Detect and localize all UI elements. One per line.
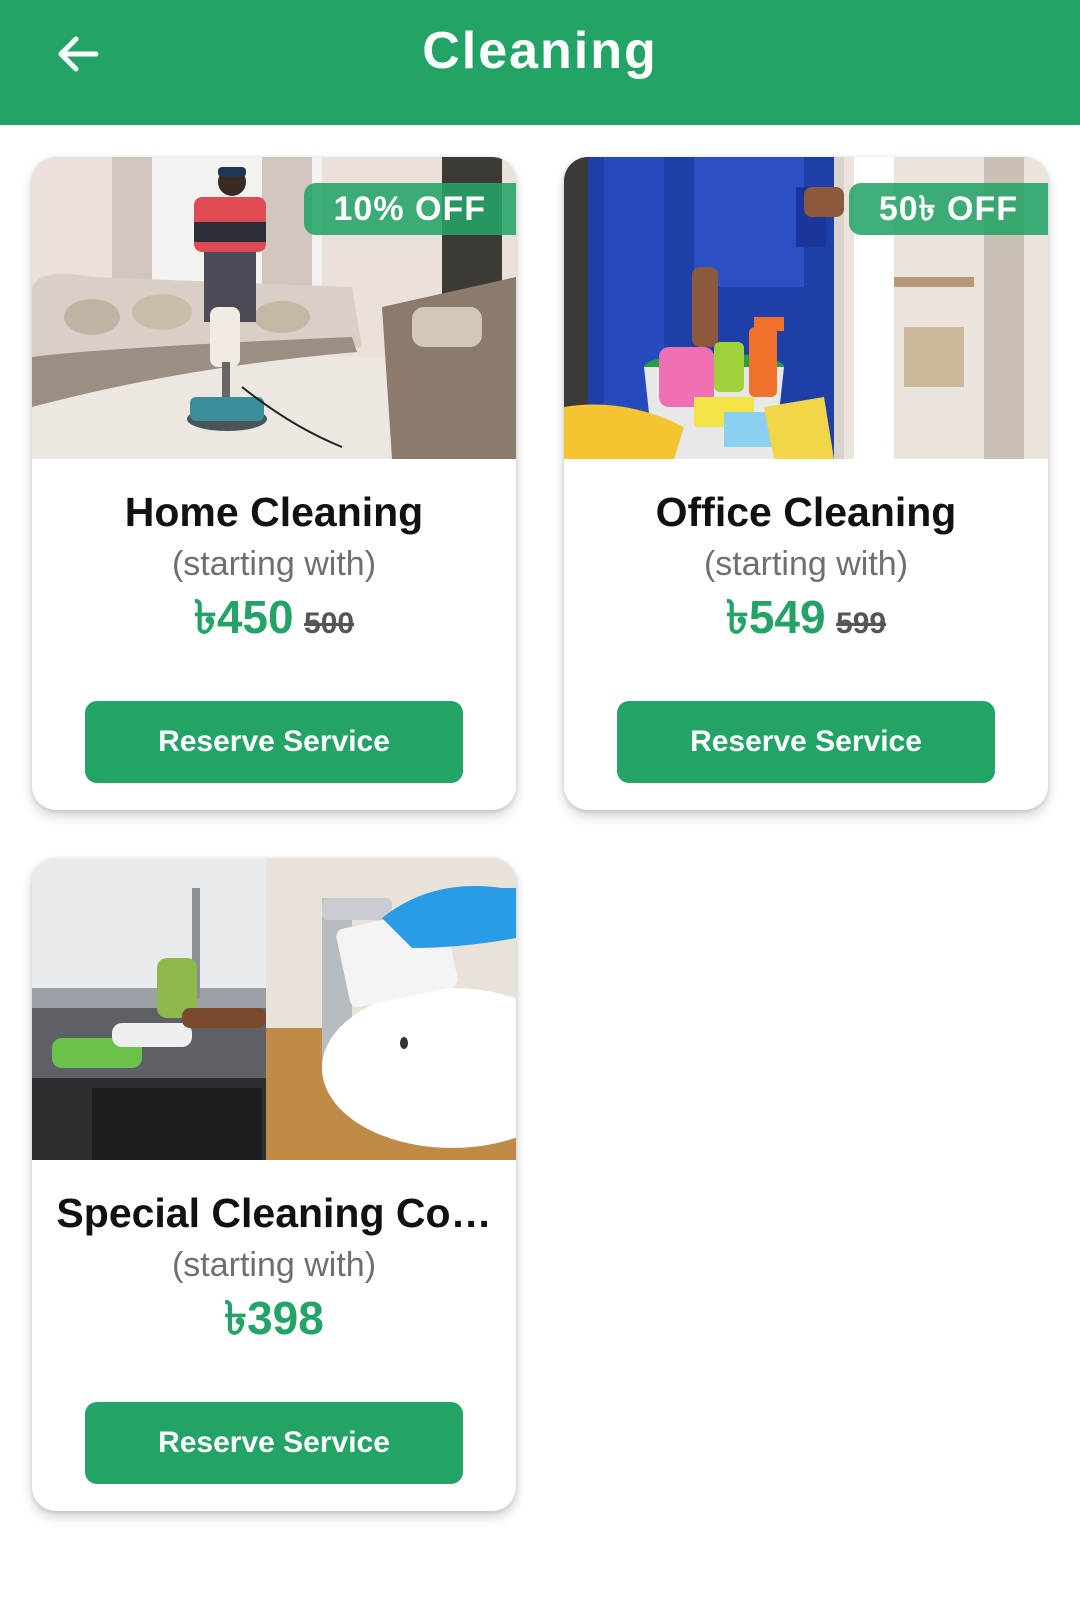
original-price: 599 bbox=[836, 607, 887, 640]
discount-badge: 10% OFF bbox=[303, 183, 516, 235]
reserve-service-button[interactable]: Reserve Service bbox=[85, 701, 463, 783]
current-price: ৳549 bbox=[725, 591, 826, 643]
starting-with-label: (starting with) bbox=[703, 545, 909, 583]
starting-with-label: (starting with) bbox=[171, 545, 377, 583]
current-price: ৳450 bbox=[193, 591, 294, 643]
discount-badge: 50৳ OFF bbox=[848, 183, 1048, 235]
service-title: Office Cleaning bbox=[655, 489, 957, 535]
current-price: ৳398 bbox=[224, 1292, 324, 1344]
home-cleaning-image: 10% OFF bbox=[32, 157, 516, 459]
reserve-service-button[interactable]: Reserve Service bbox=[85, 1402, 463, 1484]
service-title: Home Cleaning bbox=[124, 489, 424, 535]
app-bar: Cleaning bbox=[0, 0, 1080, 125]
special-cleaning-image bbox=[32, 858, 516, 1160]
price-row: ৳398 bbox=[32, 1290, 516, 1358]
service-card-office-cleaning[interactable]: 50৳ OFF Office Cleaning (starting with) … bbox=[564, 157, 1048, 810]
page-title: Cleaning bbox=[422, 22, 658, 80]
price-row: ৳450 500 bbox=[32, 589, 516, 657]
price-row: ৳549 599 bbox=[564, 589, 1048, 657]
reserve-service-button[interactable]: Reserve Service bbox=[617, 701, 995, 783]
service-title: Special Cleaning Co… bbox=[56, 1190, 492, 1236]
office-cleaning-image: 50৳ OFF bbox=[564, 157, 1048, 459]
original-price: 500 bbox=[304, 607, 355, 640]
service-card-home-cleaning[interactable]: 10% OFF Home Cleaning (starting with) ৳4… bbox=[32, 157, 516, 810]
starting-with-label: (starting with) bbox=[171, 1246, 377, 1284]
service-card-special-cleaning[interactable]: Special Cleaning Co… (starting with) ৳39… bbox=[32, 858, 516, 1511]
